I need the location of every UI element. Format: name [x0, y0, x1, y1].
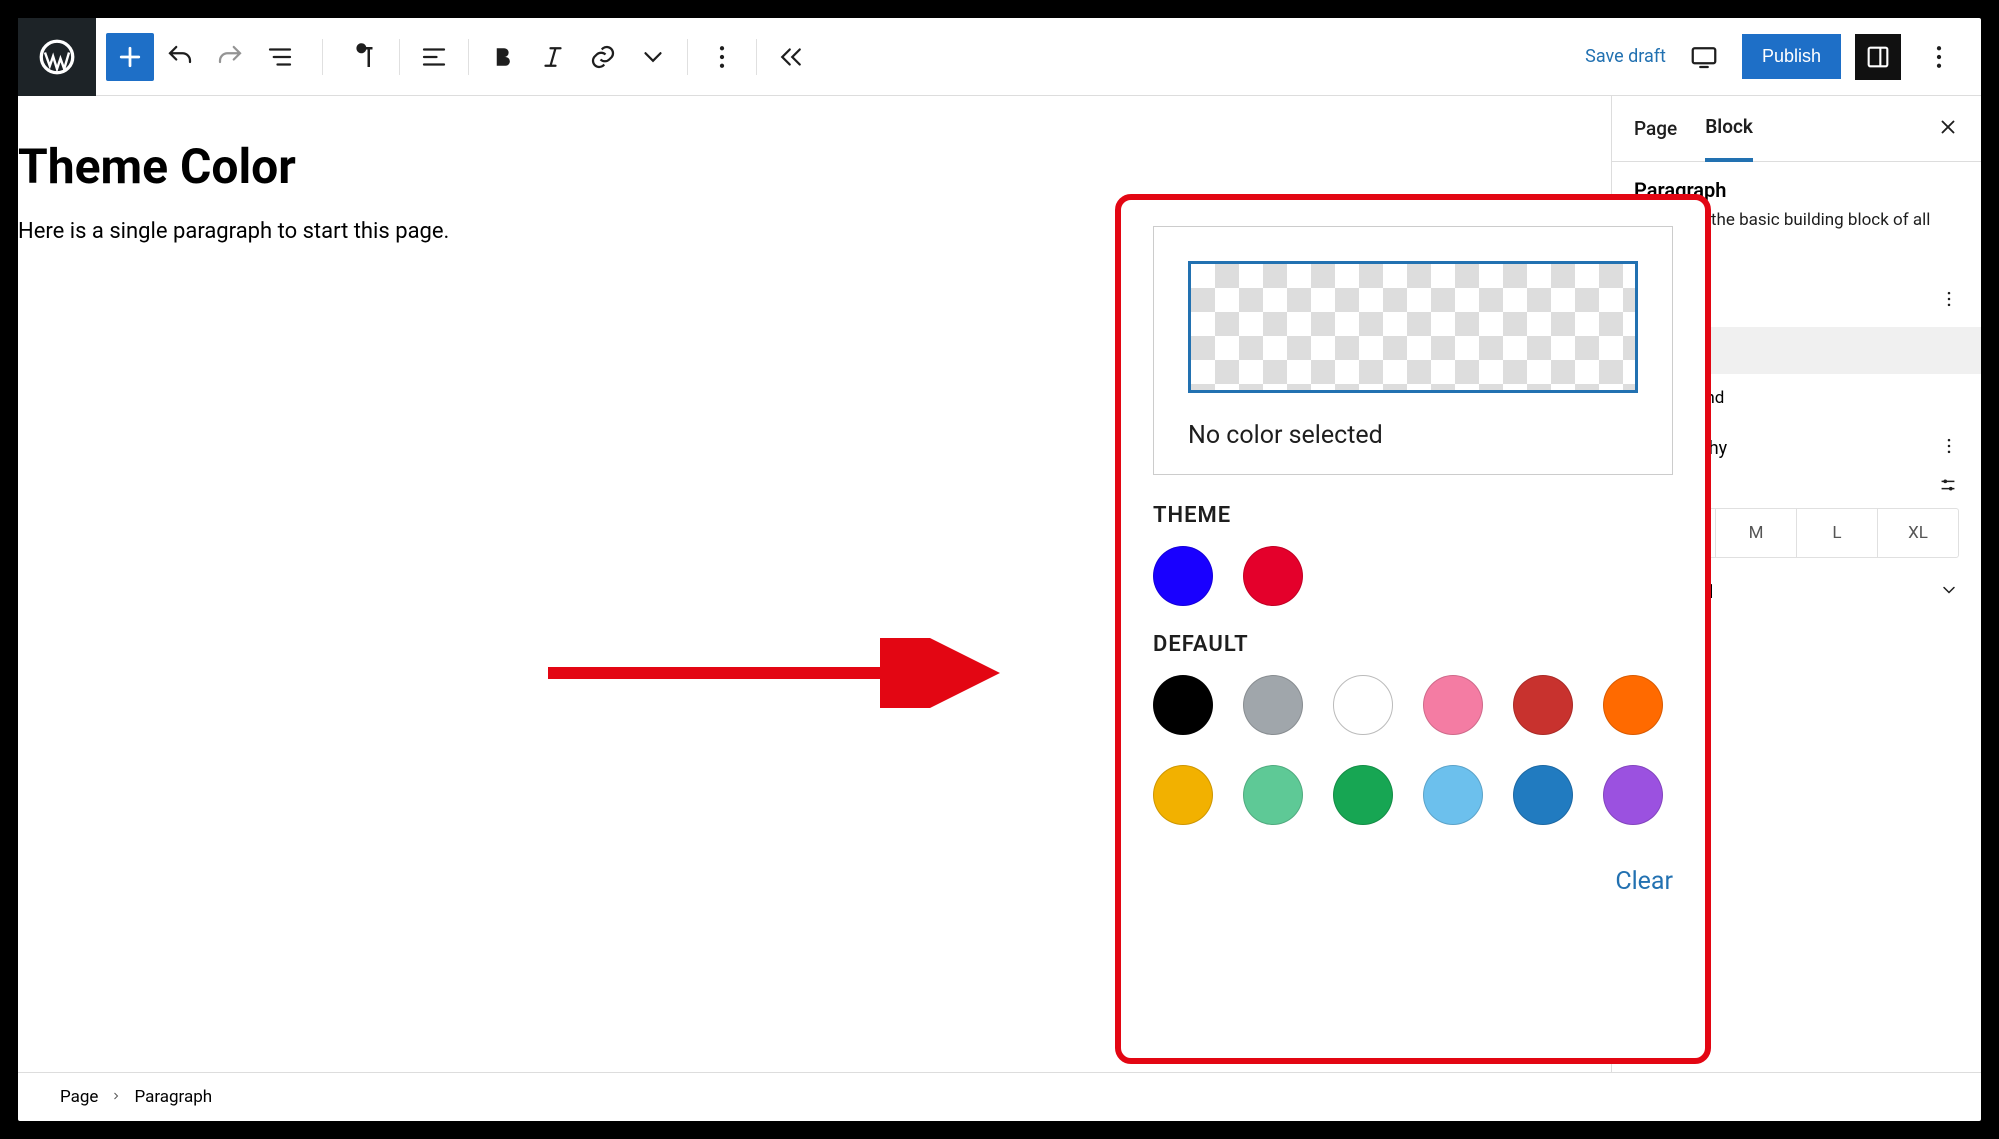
default-color-swatch-4[interactable]	[1513, 675, 1573, 735]
size-xl[interactable]: XL	[1878, 509, 1958, 557]
annotation-arrow	[548, 638, 1018, 708]
default-color-swatch-0[interactable]	[1153, 675, 1213, 735]
options-button[interactable]	[698, 33, 746, 81]
redo-button[interactable]	[206, 33, 254, 81]
more-options-button[interactable]	[1915, 33, 1963, 81]
color-picker-popover: No color selected THEME DEFAULT Clear	[1115, 194, 1711, 1064]
current-color-preview[interactable]	[1188, 261, 1638, 393]
close-sidebar-button[interactable]	[1937, 116, 1959, 142]
paragraph-block-icon[interactable]	[341, 33, 389, 81]
collapse-toolbar-button[interactable]	[767, 33, 815, 81]
typography-options-icon[interactable]	[1939, 436, 1959, 460]
theme-section-label: THEME	[1153, 503, 1673, 528]
default-section-label: DEFAULT	[1153, 632, 1673, 657]
link-button[interactable]	[579, 33, 627, 81]
size-l[interactable]: L	[1797, 509, 1878, 557]
bold-button[interactable]	[479, 33, 527, 81]
default-color-swatch-5[interactable]	[1603, 675, 1663, 735]
chevron-right-icon	[110, 1087, 122, 1107]
clear-color-button[interactable]: Clear	[1153, 851, 1673, 896]
default-color-swatch-9[interactable]	[1423, 765, 1483, 825]
default-color-swatch-1[interactable]	[1243, 675, 1303, 735]
tab-page[interactable]: Page	[1634, 97, 1677, 160]
document-overview-button[interactable]	[256, 33, 304, 81]
color-panel-options-icon[interactable]	[1939, 289, 1959, 313]
publish-button[interactable]: Publish	[1742, 34, 1841, 79]
default-color-swatch-3[interactable]	[1423, 675, 1483, 735]
theme-color-swatch-1[interactable]	[1243, 546, 1303, 606]
tab-block[interactable]: Block	[1705, 96, 1753, 162]
save-draft-button[interactable]: Save draft	[1585, 46, 1666, 67]
add-block-button[interactable]	[106, 33, 154, 81]
more-rich-text-button[interactable]	[629, 33, 677, 81]
no-color-label: No color selected	[1188, 393, 1638, 450]
default-color-swatch-7[interactable]	[1243, 765, 1303, 825]
undo-button[interactable]	[156, 33, 204, 81]
breadcrumb-current: Paragraph	[134, 1087, 212, 1107]
settings-panel-toggle[interactable]	[1855, 34, 1901, 80]
chevron-down-icon[interactable]	[1939, 580, 1959, 604]
default-color-swatch-6[interactable]	[1153, 765, 1213, 825]
default-color-swatch-11[interactable]	[1603, 765, 1663, 825]
breadcrumb: Page Paragraph	[18, 1072, 1981, 1121]
preview-button[interactable]	[1680, 33, 1728, 81]
wp-logo[interactable]	[18, 18, 96, 96]
default-color-swatch-8[interactable]	[1333, 765, 1393, 825]
breadcrumb-root[interactable]: Page	[60, 1087, 98, 1107]
align-button[interactable]	[410, 33, 458, 81]
custom-size-icon[interactable]	[1937, 474, 1959, 500]
italic-button[interactable]	[529, 33, 577, 81]
editor-toolbar: Save draft Publish	[18, 18, 1981, 96]
theme-color-swatch-0[interactable]	[1153, 546, 1213, 606]
size-m[interactable]: M	[1716, 509, 1797, 557]
default-color-swatch-2[interactable]	[1333, 675, 1393, 735]
default-color-swatch-10[interactable]	[1513, 765, 1573, 825]
